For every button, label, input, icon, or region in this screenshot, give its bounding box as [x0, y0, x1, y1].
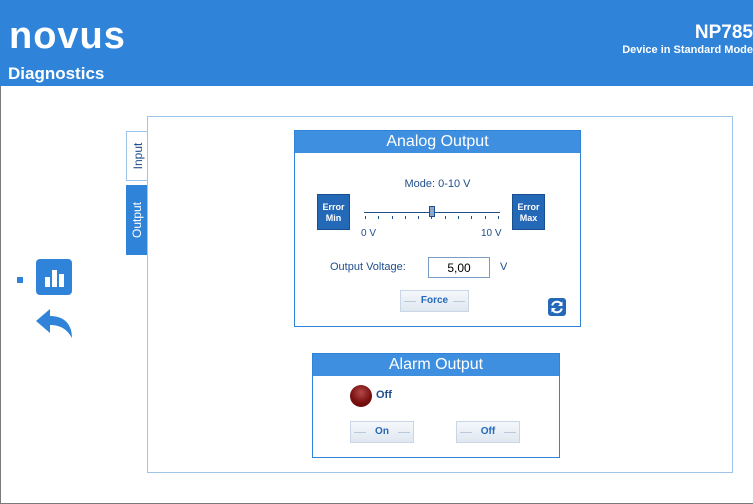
alarm-output-panel: Alarm Output Off On Off [312, 353, 560, 458]
alarm-state-label: Off [376, 389, 392, 401]
bar-chart-icon[interactable] [36, 259, 72, 295]
analog-output-title: Analog Output [295, 131, 580, 153]
error-min-button[interactable]: Error Min [317, 194, 350, 230]
analog-output-panel: Analog Output Mode: 0-10 V Error Min Err… [294, 130, 581, 327]
tab-input-label: Input [130, 142, 145, 170]
refresh-icon[interactable] [548, 298, 566, 316]
alarm-output-title: Alarm Output [313, 354, 559, 376]
error-min-label-1: Error [322, 202, 345, 212]
error-min-label-2: Min [325, 213, 342, 223]
page-title: Diagnostics [8, 64, 105, 83]
slider-min-label: 0 V [361, 228, 377, 239]
mode-label: Mode: 0-10 V [404, 178, 471, 190]
device-model: NP785 [694, 22, 753, 43]
error-max-label-2: Max [519, 213, 538, 223]
error-max-label-1: Error [517, 202, 540, 212]
tab-input[interactable]: Input [126, 131, 148, 181]
tab-output-label: Output [130, 201, 144, 239]
force-button[interactable]: Force [400, 290, 469, 312]
tab-output[interactable]: Output [126, 185, 148, 255]
device-mode: Device in Standard Mode [622, 44, 753, 56]
header-bar: novus Diagnostics NP785 Device in Standa… [0, 0, 753, 86]
output-voltage-unit: V [500, 261, 508, 273]
nav-indicator [17, 277, 23, 283]
slider-max-label: 10 V [481, 228, 502, 239]
output-voltage-label: Output Voltage: [330, 261, 406, 273]
voltage-slider-thumb[interactable] [429, 206, 435, 217]
novus-logo: novus [9, 15, 126, 57]
back-arrow-icon[interactable] [34, 306, 74, 340]
alarm-on-button[interactable]: On [350, 421, 414, 443]
output-voltage-input[interactable] [428, 257, 490, 278]
error-max-button[interactable]: Error Max [512, 194, 545, 230]
alarm-off-button[interactable]: Off [456, 421, 520, 443]
alarm-led-indicator [350, 385, 372, 407]
